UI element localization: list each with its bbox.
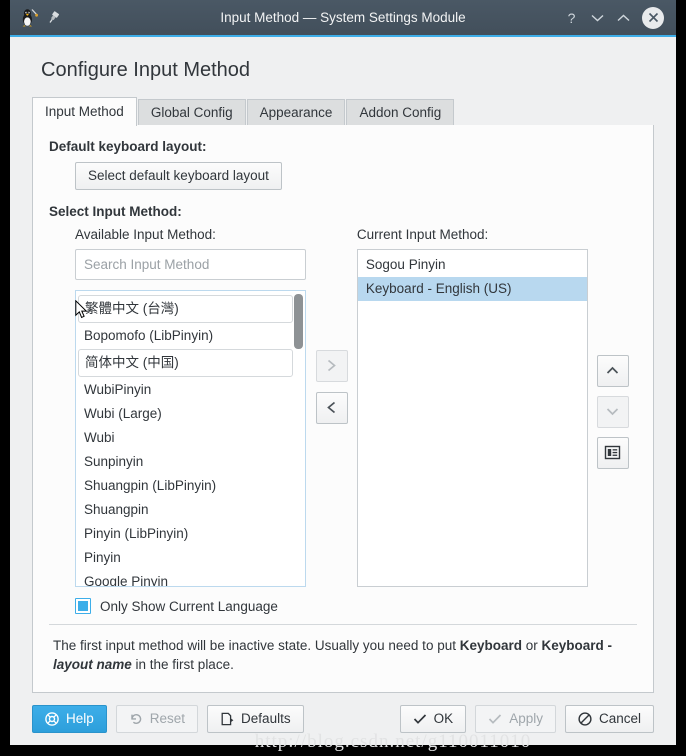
current-label: Current Input Method:: [356, 226, 489, 242]
default-layout-label: Default keyboard layout:: [49, 139, 207, 154]
list-group-header: 繁體中文 (台灣): [78, 294, 294, 323]
search-input[interactable]: [75, 248, 307, 280]
window-content: Configure Input Method Input Method Glob…: [10, 37, 676, 693]
page-title: Configure Input Method: [41, 59, 251, 81]
close-icon[interactable]: [642, 6, 664, 29]
list-item[interactable]: Google Pinyin: [76, 570, 305, 587]
defaults-button-label: Defaults: [241, 711, 291, 727]
tab-addon-config[interactable]: Addon Config: [346, 99, 455, 126]
hint-part-3: in the first place.: [131, 657, 234, 672]
hint-text: The first input method will be inactive …: [49, 624, 637, 682]
select-default-keyboard-layout-button[interactable]: Select default keyboard layout: [75, 162, 282, 190]
document-revert-icon: [220, 712, 234, 726]
current-list-items: Sogou Pinyin Keyboard - English (US): [357, 250, 588, 301]
list-item[interactable]: WubiPinyin: [76, 378, 305, 402]
maximize-icon[interactable]: [616, 9, 631, 27]
configure-input-method-button[interactable]: [596, 436, 629, 469]
available-label: Available Input Method:: [75, 226, 216, 242]
hint-bold-keyboard: Keyboard: [459, 638, 522, 653]
window-controls: ?: [564, 6, 676, 29]
defaults-button[interactable]: Defaults: [207, 705, 304, 733]
list-item[interactable]: Sunpinyin: [76, 450, 305, 474]
prohibition-icon: [578, 712, 592, 726]
only-current-language-checkbox[interactable]: [75, 598, 91, 614]
hint-part-1: The first input method will be inactive …: [53, 638, 460, 653]
only-current-language-label: Only Show Current Language: [100, 598, 278, 614]
only-current-language-row[interactable]: Only Show Current Language: [75, 598, 637, 614]
watermark: http://blog.csdn.net/g110011010: [254, 731, 532, 752]
scrollbar-thumb[interactable]: [294, 293, 304, 349]
current-column: Current Input Method: Sogou Pinyin Keybo…: [356, 226, 589, 587]
minimize-icon[interactable]: [590, 9, 605, 27]
input-method-columns: Available Input Method: 繁體中文 (台灣) Bopomo…: [75, 226, 637, 588]
help-buoy-icon: [45, 712, 59, 726]
list-group-header: 简体中文 (中国): [78, 348, 294, 377]
select-input-method-label: Select Input Method:: [49, 203, 182, 219]
apply-button-label: Apply: [509, 711, 543, 727]
reset-button-label: Reset: [149, 711, 186, 727]
order-buttons: [588, 227, 637, 588]
list-item[interactable]: Pinyin (LibPinyin): [76, 522, 305, 546]
tab-input-method[interactable]: Input Method: [32, 97, 137, 126]
hint-bold-keyboard-layout: Keyboard -: [541, 638, 613, 653]
add-to-current-button[interactable]: [315, 349, 348, 382]
move-down-button[interactable]: [596, 395, 629, 428]
reset-button[interactable]: Reset: [115, 705, 199, 733]
help-button-label: Help: [66, 711, 94, 727]
hint-bolditalic-layout-name: layout name: [53, 657, 132, 672]
fcitx-penguin-icon[interactable]: [21, 8, 38, 27]
undo-arrow-icon: [129, 712, 143, 726]
list-item[interactable]: Wubi: [76, 426, 305, 450]
hint-part-2: or: [522, 638, 542, 653]
list-item[interactable]: Bopomofo (LibPinyin): [76, 324, 305, 348]
window-titlebar[interactable]: Input Method — System Settings Module ?: [10, 0, 676, 37]
list-item[interactable]: Pinyin: [76, 546, 305, 570]
help-button[interactable]: Help: [32, 705, 107, 733]
list-item[interactable]: Keyboard - English (US): [357, 276, 588, 301]
available-list[interactable]: 繁體中文 (台灣) Bopomofo (LibPinyin) 简体中文 (中国)…: [75, 289, 307, 587]
check-icon: [413, 713, 427, 725]
cancel-button[interactable]: Cancel: [564, 705, 654, 733]
list-item[interactable]: Shuangpin (LibPinyin): [76, 474, 305, 498]
available-list-scrollbar[interactable]: [294, 293, 304, 584]
ok-button-label: OK: [433, 711, 454, 727]
pin-icon[interactable]: [46, 10, 61, 25]
tab-appearance[interactable]: Appearance: [246, 99, 346, 126]
available-column: Available Input Method: 繁體中文 (台灣) Bopomo…: [75, 226, 307, 587]
list-item[interactable]: Wubi (Large): [76, 402, 305, 426]
transfer-buttons: [306, 227, 357, 588]
available-list-items: 繁體中文 (台灣) Bopomofo (LibPinyin) 简体中文 (中国)…: [76, 291, 305, 587]
apply-button[interactable]: Apply: [475, 705, 556, 733]
settings-window: Input Method — System Settings Module ? …: [10, 0, 676, 752]
list-item[interactable]: Shuangpin: [76, 498, 305, 522]
cancel-button-label: Cancel: [598, 711, 641, 727]
titlebar-left-icons: [10, 8, 61, 27]
tab-bar: Input Method Global Config Appearance Ad…: [32, 97, 654, 126]
check-icon: [488, 713, 502, 725]
current-list[interactable]: Sogou Pinyin Keyboard - English (US): [356, 248, 589, 587]
tab-global-config[interactable]: Global Config: [137, 99, 246, 126]
tab-panel-input-method: Default keyboard layout: Select default …: [32, 125, 654, 693]
remove-from-current-button[interactable]: [315, 391, 348, 424]
help-icon[interactable]: ?: [564, 9, 579, 27]
list-item[interactable]: Sogou Pinyin: [358, 253, 587, 277]
ok-button[interactable]: OK: [399, 705, 467, 733]
dialog-button-bar: Help Reset Defaults OK Apply Cancel http…: [10, 693, 676, 752]
move-up-button[interactable]: [596, 354, 629, 387]
